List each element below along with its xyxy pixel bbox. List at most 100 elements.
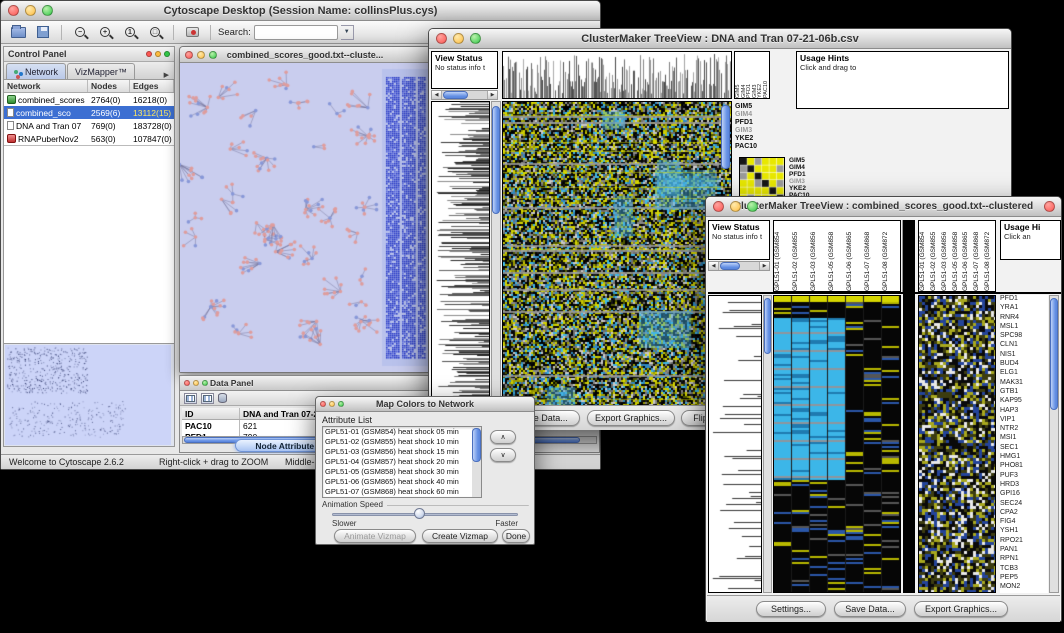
search-input[interactable] <box>254 25 338 40</box>
gene-label[interactable]: PFD1 <box>1000 295 1048 304</box>
move-up-button[interactable]: ∧ <box>490 430 516 444</box>
gene-label[interactable]: PAC10 <box>735 143 773 151</box>
view-status-hscrollbar[interactable]: ◀ ▶ <box>431 90 498 100</box>
scroll-left-icon[interactable]: ◀ <box>709 262 719 270</box>
gene-label[interactable]: HRD3 <box>1000 481 1048 490</box>
attribute-select-icon[interactable] <box>184 393 197 404</box>
gene-label[interactable]: MSI1 <box>1000 434 1048 443</box>
scroll-right-icon[interactable]: ▶ <box>487 91 497 99</box>
attribute-store-icon[interactable] <box>218 393 227 403</box>
gene-label[interactable]: FIG4 <box>1000 518 1048 527</box>
heatmap-main[interactable] <box>502 101 732 417</box>
attribute-item[interactable]: GPL51-01 (GSM854) heat shock 05 min <box>323 427 481 437</box>
gene-label[interactable]: GTB1 <box>1000 388 1048 397</box>
network-overview-canvas[interactable] <box>5 345 171 445</box>
zoom-in-button[interactable]: + <box>94 23 116 42</box>
attribute-item[interactable]: GPL51-07 (GSM868) heat shock 60 min <box>323 487 481 497</box>
network-row[interactable]: combined_scores 2764(0) 16218(0) <box>4 93 174 106</box>
panel-min-icon[interactable] <box>155 51 161 57</box>
gene-label[interactable]: CLN1 <box>1000 341 1048 350</box>
gene-label[interactable]: GIM4 <box>735 111 773 119</box>
gene-label[interactable]: GIM5 <box>735 103 773 111</box>
tab-vizmapper[interactable]: VizMapper™ <box>67 63 135 79</box>
maximize-icon[interactable] <box>470 33 481 44</box>
zoom-fit-button[interactable]: □ <box>144 23 166 42</box>
header-nodes[interactable]: Nodes <box>88 80 130 92</box>
save-data-button[interactable]: Save Data... <box>834 601 906 617</box>
close-icon[interactable] <box>320 401 326 407</box>
network-overview[interactable] <box>4 343 174 446</box>
col-id[interactable]: ID <box>182 408 240 419</box>
network-row[interactable]: RNAPuberNov2 563(0) 107847(0) <box>4 132 174 145</box>
attribute-item[interactable]: GPL51-05 (GSM858) heat shock 30 min <box>323 467 481 477</box>
attribute-listbox[interactable]: GPL51-01 (GSM854) heat shock 05 minGPL51… <box>322 426 482 498</box>
minimize-icon[interactable] <box>25 5 36 16</box>
tab-network[interactable]: Network <box>6 63 66 79</box>
minimize-icon[interactable] <box>453 33 464 44</box>
gene-label[interactable]: TCB3 <box>1000 565 1048 574</box>
network-row-selected[interactable]: combined_sco 2569(6) 13112(15) <box>4 106 174 119</box>
close-icon[interactable] <box>184 380 190 386</box>
tab-overflow-icon[interactable]: ▶ <box>159 71 174 79</box>
animation-speed-slider[interactable] <box>414 508 425 519</box>
dendrogram-vscrollbar[interactable] <box>763 295 772 593</box>
heatmap-main[interactable] <box>773 295 901 593</box>
header-edges[interactable]: Edges <box>130 80 174 92</box>
attribute-item[interactable]: GPL51-02 (GSM855) heat shock 10 min <box>323 437 481 447</box>
gene-label[interactable]: MON2 <box>1000 583 1048 592</box>
close-icon[interactable] <box>713 201 724 212</box>
gene-list-vscrollbar[interactable] <box>1049 295 1059 593</box>
gene-label[interactable]: MSL1 <box>1000 323 1048 332</box>
export-graphics-button[interactable]: Export Graphics... <box>914 601 1008 617</box>
network-view-canvas[interactable] <box>180 63 430 372</box>
row-dendrogram[interactable] <box>708 295 762 593</box>
gene-label[interactable]: PEP5 <box>1000 574 1048 583</box>
gene-label[interactable]: PUF3 <box>1000 472 1048 481</box>
gene-label[interactable]: RPN1 <box>1000 555 1048 564</box>
treeview2-titlebar[interactable]: ClusterMaker TreeView : combined_scores_… <box>706 197 1061 217</box>
maximize-icon[interactable] <box>202 380 208 386</box>
attribute-item[interactable]: GPL51-06 (GSM865) heat shock 40 min <box>323 477 481 487</box>
gene-label[interactable]: RNR4 <box>1000 314 1048 323</box>
network-row[interactable]: DNA and Tran 07 769(0) 183728(0) <box>4 119 174 132</box>
header-network[interactable]: Network <box>4 80 88 92</box>
open-session-button[interactable] <box>7 23 29 42</box>
gene-label[interactable]: NTR2 <box>1000 425 1048 434</box>
heatmap-zoom[interactable] <box>918 295 996 593</box>
gene-label[interactable]: BUD4 <box>1000 360 1048 369</box>
gene-label[interactable]: GIM3 <box>735 127 773 135</box>
listbox-vscrollbar[interactable] <box>472 427 481 497</box>
gene-label[interactable]: RPO21 <box>1000 537 1048 546</box>
gene-label[interactable]: MAK31 <box>1000 379 1048 388</box>
snapshot-button[interactable] <box>181 23 203 42</box>
gene-label[interactable]: NIS1 <box>1000 351 1048 360</box>
dendrogram-vscrollbar[interactable] <box>491 101 501 417</box>
done-button[interactable]: Done <box>502 529 530 543</box>
close-icon[interactable] <box>185 51 193 59</box>
gene-label[interactable]: ELG1 <box>1000 369 1048 378</box>
maximize-icon[interactable] <box>42 5 53 16</box>
zoom-one-to-one-button[interactable]: 1 <box>119 23 141 42</box>
gene-label[interactable]: SPC98 <box>1000 332 1048 341</box>
minimize-icon[interactable] <box>193 380 199 386</box>
gene-label[interactable]: GPI16 <box>1000 490 1048 499</box>
gene-label[interactable]: PAN1 <box>1000 546 1048 555</box>
gene-label[interactable]: SEC24 <box>1000 500 1048 509</box>
close-icon[interactable] <box>8 5 19 16</box>
gene-label[interactable]: CPA2 <box>1000 509 1048 518</box>
save-session-button[interactable] <box>32 23 54 42</box>
control-panel-header[interactable]: Control Panel <box>4 47 174 62</box>
gene-label[interactable]: YRA1 <box>1000 304 1048 313</box>
scroll-left-icon[interactable]: ◀ <box>432 91 442 99</box>
gene-label[interactable]: HMG1 <box>1000 453 1048 462</box>
view-status-hscrollbar[interactable]: ◀ ▶ <box>708 261 770 271</box>
scroll-right-icon[interactable]: ▶ <box>759 262 769 270</box>
gene-label[interactable]: VIP1 <box>1000 416 1048 425</box>
maximize-icon[interactable] <box>338 401 344 407</box>
row-dendrogram[interactable] <box>431 101 490 417</box>
gene-label[interactable]: PHO81 <box>1000 462 1048 471</box>
gene-label[interactable]: KAP95 <box>1000 397 1048 406</box>
close-icon[interactable] <box>436 33 447 44</box>
maximize-icon[interactable] <box>747 201 758 212</box>
gene-label[interactable]: SEC1 <box>1000 444 1048 453</box>
